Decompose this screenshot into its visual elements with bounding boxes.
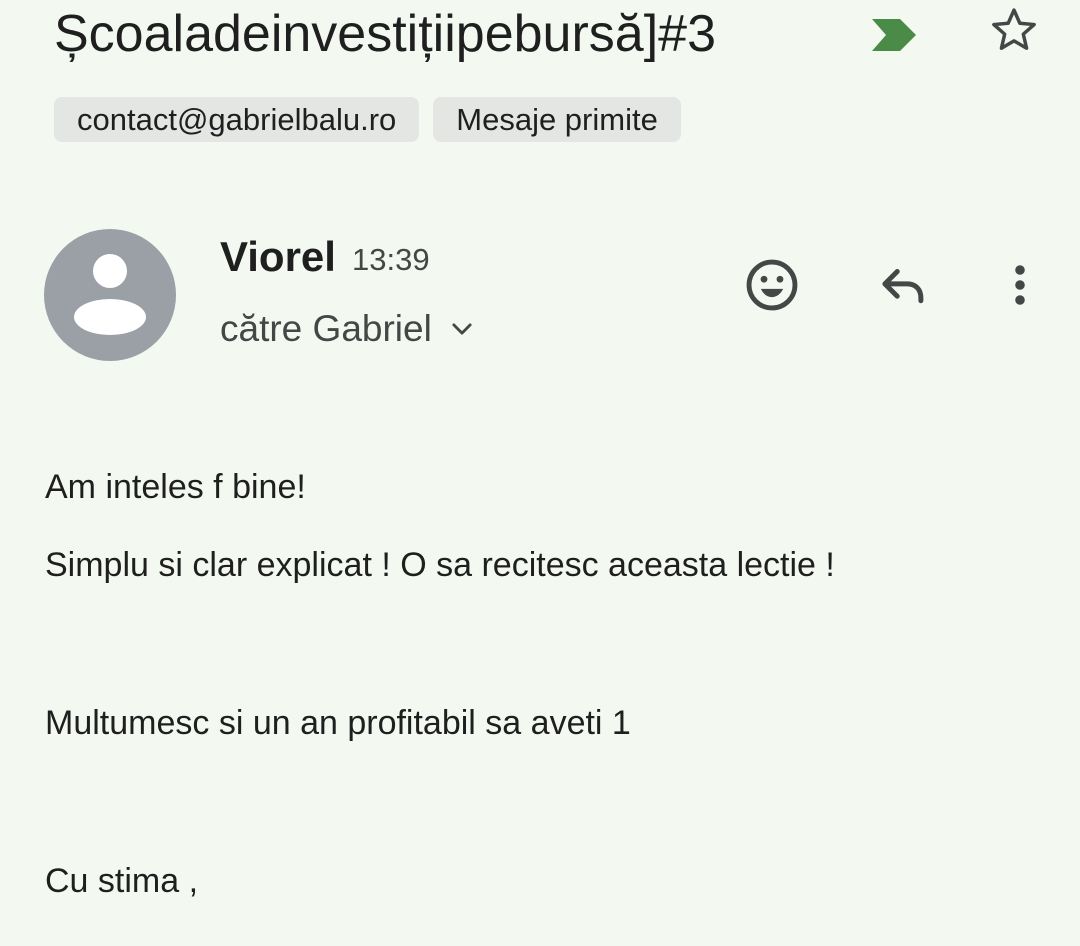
label-chip-account[interactable]: contact@gabrielbalu.ro: [54, 97, 420, 142]
sender-name[interactable]: Viorel: [220, 232, 336, 282]
chevron-down-icon: [452, 323, 472, 335]
label-chips: contact@gabrielbalu.ro Mesaje primite: [54, 97, 681, 142]
reply-button[interactable]: [868, 249, 940, 321]
recipient-details-toggle[interactable]: către Gabriel: [220, 306, 476, 352]
more-options-button[interactable]: [984, 249, 1056, 321]
person-avatar-icon: [74, 254, 146, 335]
important-marker-icon[interactable]: [870, 17, 918, 53]
star-button[interactable]: [984, 0, 1044, 60]
sent-time: 13:39: [352, 242, 430, 277]
sender-avatar[interactable]: [44, 229, 176, 361]
emoji-reaction-button[interactable]: [736, 249, 808, 321]
recipients-label: către Gabriel: [220, 308, 432, 349]
star-outline-icon: [992, 8, 1036, 50]
label-chip-inbox[interactable]: Mesaje primite: [433, 97, 681, 142]
more-vert-icon: [1015, 265, 1025, 305]
subject-row: Școaladeinvestițiipebursă]#3: [54, 0, 1054, 75]
message-body-line: Simplu si clar explicat ! O sa recitesc …: [45, 546, 835, 584]
emoji-react-icon: [746, 259, 798, 311]
reply-arrow-icon: [882, 269, 924, 304]
message-body-line: Multumesc si un an profitabil sa aveti 1: [45, 704, 631, 742]
message-body-line: Am inteles f bine!: [45, 468, 306, 506]
email-subject: Școaladeinvestițiipebursă]#3: [54, 5, 716, 63]
message-signoff: Cu stima ,: [45, 862, 199, 900]
